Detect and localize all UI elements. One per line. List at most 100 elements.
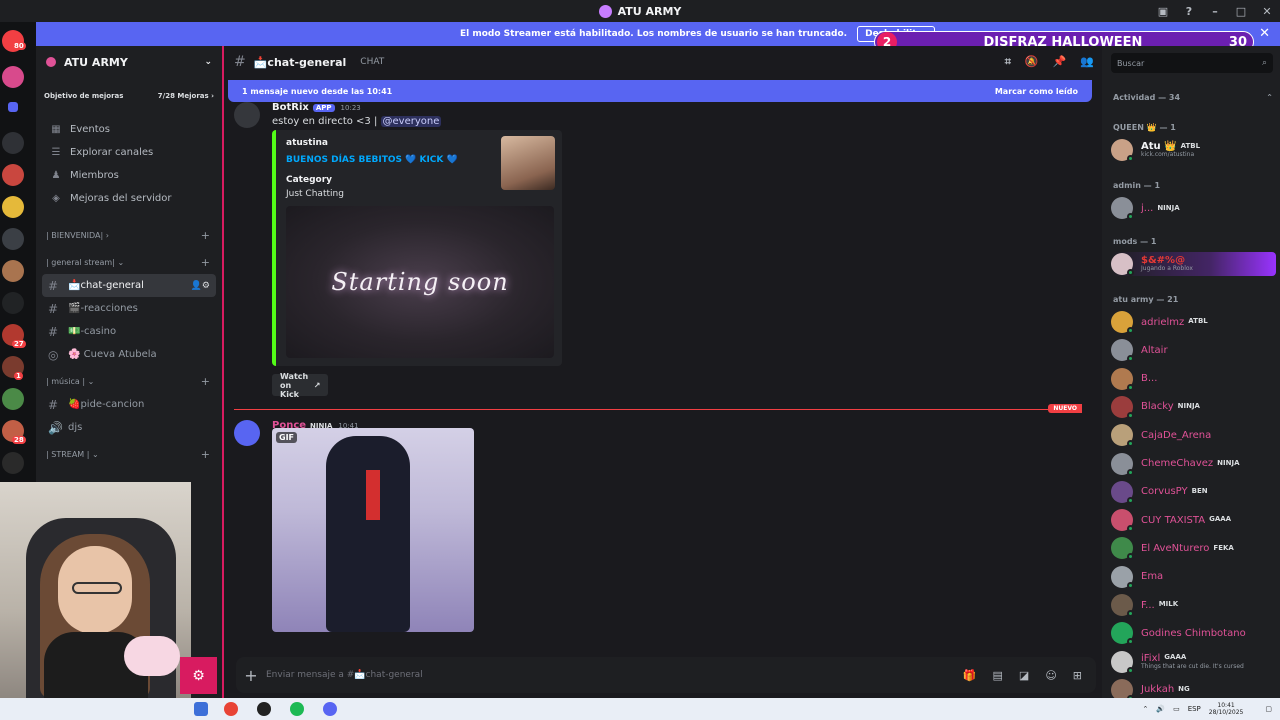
clock[interactable]: 10:41 28/10/2025 xyxy=(1209,702,1252,716)
add-channel-icon[interactable]: + xyxy=(201,256,210,269)
channel-settings-icon[interactable]: 👤⚙ xyxy=(191,281,210,291)
user-settings-gear-icon[interactable]: ⚙ xyxy=(180,657,217,694)
category-general-stream[interactable]: | general stream| ⌄ + xyxy=(36,251,222,274)
member-list-icon[interactable]: 👥 xyxy=(1080,55,1094,69)
channel-casino[interactable]: # 💵-casino xyxy=(42,320,216,343)
unread-badge: 1 xyxy=(14,372,23,380)
inbox-icon[interactable]: ▣ xyxy=(1150,5,1176,18)
category-label: | general stream| xyxy=(46,258,115,267)
volume-icon[interactable]: 🔊 xyxy=(1156,705,1165,713)
search-input[interactable]: Buscar ⌕ xyxy=(1111,53,1273,73)
member-item[interactable]: Ema xyxy=(1111,565,1276,589)
taskbar-app-icon[interactable] xyxy=(194,702,208,716)
discord-icon[interactable] xyxy=(323,702,337,716)
message-composer[interactable]: + Enviar mensaje a #📩chat-general 🎁 ▤ ◪ … xyxy=(236,657,1096,693)
member-item[interactable]: ChemeChavez NINJA xyxy=(1111,452,1276,476)
category-stream[interactable]: | STREAM | ⌄ + xyxy=(36,443,222,466)
category-bienvenida[interactable]: | BIENVENIDA| › + xyxy=(36,224,222,247)
nav-events[interactable]: ▦ Eventos xyxy=(36,118,222,141)
server-icon[interactable] xyxy=(2,452,24,474)
server-icon[interactable] xyxy=(2,66,24,88)
obs-icon[interactable] xyxy=(257,702,271,716)
tray-chevron-icon[interactable]: ⌃ xyxy=(1142,705,1148,713)
server-icon[interactable] xyxy=(2,228,24,250)
channel-djs[interactable]: 🔊 djs xyxy=(42,416,216,439)
channel-chat-general[interactable]: # 📩chat-general 👤⚙ xyxy=(42,274,216,297)
member-item[interactable]: CUY TAXISTA GAAA xyxy=(1111,508,1276,533)
role-badge: NG xyxy=(1178,685,1190,694)
emoji-icon[interactable]: ☺ xyxy=(1045,669,1056,682)
nav-members[interactable]: ♟ Miembros xyxy=(36,164,222,187)
add-channel-icon[interactable]: + xyxy=(201,229,210,242)
member-item[interactable]: CajaDe_Arena xyxy=(1111,423,1276,448)
chrome-icon[interactable] xyxy=(224,702,238,716)
member-item[interactable]: Blacky NINJA xyxy=(1111,395,1276,419)
everyone-mention[interactable]: @everyone xyxy=(380,116,442,127)
member-item[interactable]: CorvusPY BEN xyxy=(1111,480,1276,504)
composer-input[interactable]: Enviar mensaje a #📩chat-general xyxy=(266,670,423,680)
network-icon[interactable]: ▭ xyxy=(1173,705,1180,713)
embed-thumbnail[interactable] xyxy=(501,136,555,190)
member-item[interactable]: adrielmz ATBL xyxy=(1111,310,1276,334)
message-author[interactable]: BotRix xyxy=(272,102,309,113)
channel-reacciones[interactable]: # 🎬-reacciones xyxy=(42,297,216,320)
member-item[interactable]: Atu 👑 ATBL kick.com/atustina xyxy=(1111,138,1276,162)
channel-pide-cancion[interactable]: # 🍓pide-cancion xyxy=(42,393,216,416)
mute-icon[interactable]: 🔕 xyxy=(1025,55,1039,69)
watch-on-kick-button[interactable]: Watch on Kick ↗ xyxy=(272,372,329,399)
gif-icon[interactable]: ▤ xyxy=(993,669,1003,682)
nav-label: Miembros xyxy=(70,170,119,181)
apps-icon[interactable]: ⊞ xyxy=(1073,669,1082,682)
boost-icon: ◈ xyxy=(52,193,60,204)
embed-title[interactable]: BUENOS DÍAS BEBITOS 💙 KICK 💙 xyxy=(286,155,458,165)
server-icon[interactable] xyxy=(2,132,24,154)
help-icon[interactable]: ? xyxy=(1176,5,1202,18)
member-item[interactable]: j... NINJA xyxy=(1111,196,1276,220)
server-icon[interactable] xyxy=(2,260,24,282)
gift-icon[interactable]: 🎁 xyxy=(963,669,977,682)
channel-cueva[interactable]: ◎ 🌸 Cueva Atubela xyxy=(42,343,216,366)
bot-avatar[interactable] xyxy=(234,102,260,128)
add-channel-icon[interactable]: + xyxy=(201,448,210,461)
server-icon[interactable] xyxy=(2,164,24,186)
search-icon: ⌕ xyxy=(1261,58,1267,68)
server-icon[interactable] xyxy=(2,196,24,218)
folder-icon[interactable] xyxy=(8,102,18,112)
member-item[interactable]: El AveNturero FEKA xyxy=(1111,536,1276,561)
member-item[interactable]: Godines Chimbotano xyxy=(1111,621,1276,646)
member-item[interactable]: F... MILK xyxy=(1111,593,1276,617)
close-banner-icon[interactable]: ✕ xyxy=(1259,26,1270,41)
boost-goal[interactable]: Objetivo de mejoras 7/28 Mejoras › xyxy=(44,88,214,104)
minimize-button[interactable]: – xyxy=(1202,5,1228,18)
member-item[interactable]: $&#%@ Jugando a Roblox xyxy=(1111,252,1276,276)
new-messages-bar[interactable]: 1 mensaje nuevo desde las 10:41 Marcar c… xyxy=(228,80,1092,102)
embed-image[interactable]: Starting soon xyxy=(286,206,554,358)
server-badge-icon xyxy=(46,57,56,67)
activity-header[interactable]: Actividad — 34 ⌃ xyxy=(1113,93,1273,102)
language-indicator[interactable]: ESP xyxy=(1188,705,1201,713)
notifications-icon[interactable]: ▢ xyxy=(1265,705,1272,713)
pin-icon[interactable]: 📌 xyxy=(1053,55,1067,69)
channel-label: djs xyxy=(68,422,83,433)
add-channel-icon[interactable]: + xyxy=(201,375,210,388)
mark-as-read-button[interactable]: Marcar como leído xyxy=(995,87,1078,96)
close-window-button[interactable]: ✕ xyxy=(1254,5,1280,18)
server-header[interactable]: ATU ARMY ⌄ xyxy=(36,46,222,78)
category-musica[interactable]: | música | ⌄ + xyxy=(36,370,222,393)
member-item[interactable]: Altair xyxy=(1111,338,1276,363)
spotify-icon[interactable] xyxy=(290,702,304,716)
gif-attachment[interactable]: GIF xyxy=(272,428,474,632)
nav-browse-channels[interactable]: ☰ Explorar canales xyxy=(36,141,222,164)
nav-server-boosts[interactable]: ◈ Mejoras del servidor xyxy=(36,187,222,210)
server-icon[interactable] xyxy=(2,292,24,314)
attach-plus-icon[interactable]: + xyxy=(236,666,266,685)
discord-avatar[interactable] xyxy=(234,420,260,446)
server-icon[interactable] xyxy=(2,388,24,410)
maximize-button[interactable]: □ xyxy=(1228,5,1254,18)
nav-label: Mejoras del servidor xyxy=(70,193,172,204)
sticker-icon[interactable]: ◪ xyxy=(1019,669,1029,682)
member-item[interactable]: iFixl GAAA Things that are cut die. It's c… xyxy=(1111,650,1276,674)
embed-author[interactable]: atustina xyxy=(286,138,328,148)
threads-icon[interactable]: ⌗ xyxy=(1005,55,1011,69)
member-item[interactable]: B... xyxy=(1111,367,1276,391)
